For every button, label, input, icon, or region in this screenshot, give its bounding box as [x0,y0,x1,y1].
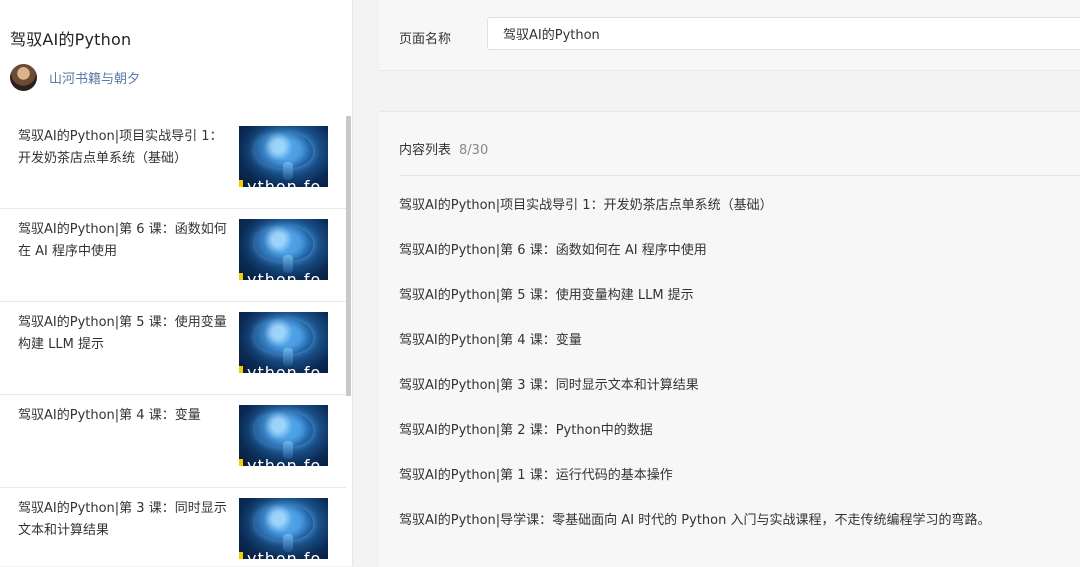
divider [399,175,1080,176]
content-list-item[interactable]: 驾驭AI的Python|第 4 课：变量 [399,332,991,377]
preview-list-item[interactable]: 驾驭AI的Python|第 6 课：函数如何在 AI 程序中使用 ython f… [0,209,346,302]
content-list-item[interactable]: 驾驭AI的Python|项目实战导引 1：开发奶茶店点单系统（基础） [399,197,991,242]
preview-list-item[interactable]: 驾驭AI的Python|项目实战导引 1：开发奶茶店点单系统（基础） ython… [0,116,346,209]
thumbnail-accent [239,366,243,373]
content-list-label: 内容列表 [399,143,452,158]
thumbnail-text: ython fo [247,549,322,559]
preview-item-title: 驾驭AI的Python|第 4 课：变量 [18,408,201,423]
thumbnail-accent [239,552,243,559]
thumbnail-accent [239,273,243,280]
thumbnail-accent [239,180,243,187]
content-list-header: 内容列表 8/30 [399,139,488,158]
article-thumbnail: ython fo [239,219,328,280]
content-count: 8/30 [459,143,489,158]
thumbnail-accent [239,459,243,466]
content-list-card: 内容列表 8/30 驾驭AI的Python|项目实战导引 1：开发奶茶店点单系统（… [379,111,1080,567]
preview-item-title: 驾驭AI的Python|第 5 课：使用变量构建 LLM 提示 [18,315,227,352]
content-list-item[interactable]: 驾驭AI的Python|导学课：零基础面向 AI 时代的 Python 入门与实… [399,512,991,557]
preview-title: 驾驭AI的Python [10,30,132,49]
preview-list-item[interactable]: 驾驭AI的Python|第 3 课：同时显示文本和计算结果 ython fo [0,488,346,566]
page-name-input[interactable] [487,17,1080,50]
preview-list-item[interactable]: 驾驭AI的Python|第 4 课：变量 ython fo [0,395,346,488]
preview-list-item[interactable]: 驾驭AI的Python|第 5 课：使用变量构建 LLM 提示 ython fo [0,302,346,395]
phone-preview-panel: 驾驭AI的Python 山河书籍与朝夕 驾驭AI的Python|项目实战导引 1… [0,0,353,566]
content-list-item[interactable]: 驾驭AI的Python|第 5 课：使用变量构建 LLM 提示 [399,287,991,332]
content-list-item[interactable]: 驾驭AI的Python|第 6 课：函数如何在 AI 程序中使用 [399,242,991,287]
author-row[interactable]: 山河书籍与朝夕 [10,64,140,91]
article-thumbnail: ython fo [239,405,328,466]
article-thumbnail: ython fo [239,312,328,373]
preview-scrollbar[interactable] [346,116,351,396]
thumbnail-text: ython fo [247,270,322,280]
article-thumbnail: ython fo [239,126,328,187]
preview-item-title: 驾驭AI的Python|第 3 课：同时显示文本和计算结果 [18,501,227,538]
content-list-item[interactable]: 驾驭AI的Python|第 2 课：Python中的数据 [399,422,991,467]
preview-article-list: 驾驭AI的Python|项目实战导引 1：开发奶茶店点单系统（基础） ython… [0,116,346,566]
content-list-item[interactable]: 驾驭AI的Python|第 1 课：运行代码的基本操作 [399,467,991,512]
avatar [10,64,37,91]
thumbnail-text: ython fo [247,363,322,373]
thumbnail-text: ython fo [247,456,322,466]
preview-item-title: 驾驭AI的Python|第 6 课：函数如何在 AI 程序中使用 [18,222,227,259]
content-list: 驾驭AI的Python|项目实战导引 1：开发奶茶店点单系统（基础） 驾驭AI的… [399,197,991,557]
article-thumbnail: ython fo [239,498,328,559]
content-list-item[interactable]: 驾驭AI的Python|第 3 课：同时显示文本和计算结果 [399,377,991,422]
preview-item-title: 驾驭AI的Python|项目实战导引 1：开发奶茶店点单系统（基础） [18,129,223,166]
thumbnail-text: ython fo [247,177,322,187]
page-name-label: 页面名称 [399,32,452,47]
author-name[interactable]: 山河书籍与朝夕 [49,68,140,87]
page-settings-card: 页面名称 [379,0,1080,71]
